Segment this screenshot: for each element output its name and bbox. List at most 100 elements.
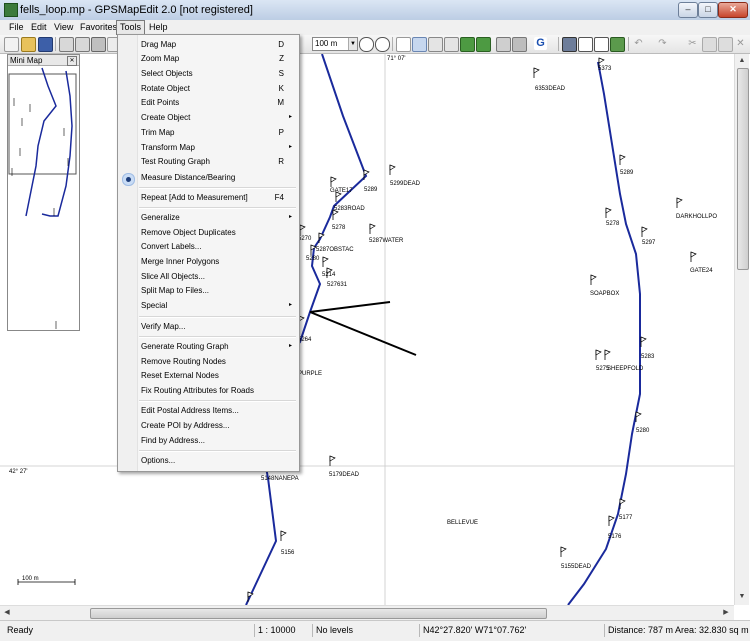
menu-edit[interactable]: Edit — [28, 21, 50, 34]
layer-icon[interactable] — [594, 37, 609, 52]
minimap-overview[interactable] — [8, 66, 79, 330]
paste-icon[interactable] — [718, 37, 733, 52]
menu-separator — [139, 316, 296, 318]
minimize-button[interactable]: – — [678, 2, 698, 18]
map-canvas[interactable]: 71° 07' 42° 27' 6353DEAD 5373 5289 5299D… — [0, 54, 750, 605]
menu-item-find-by-address[interactable]: Find by Address... — [141, 434, 296, 447]
horizontal-scrollbar[interactable]: ◀ ▶ — [0, 605, 734, 620]
google-icon[interactable]: G — [534, 37, 547, 50]
menu-view[interactable]: View — [51, 21, 76, 34]
maximize-button[interactable]: □ — [698, 2, 718, 18]
menu-item-label: Split Map to Files... — [141, 286, 210, 295]
scroll-left-icon[interactable]: ◀ — [1, 607, 13, 619]
print-icon[interactable] — [91, 37, 106, 52]
menu-item-fix-routing-attributes-for-roads[interactable]: Fix Routing Attributes for Roads — [141, 384, 296, 397]
menu-item-repeat-add-to-measurement[interactable]: Repeat [Add to Measurement] F4 — [141, 191, 296, 204]
map-label: 5155DEAD — [561, 564, 592, 570]
menu-item-test-routing-graph[interactable]: Test Routing Graph R — [141, 155, 296, 168]
menu-item-reset-external-nodes[interactable]: Reset External Nodes — [141, 369, 296, 382]
menu-item-remove-object-duplicates[interactable]: Remove Object Duplicates — [141, 226, 296, 239]
zoom-in-icon[interactable] — [359, 37, 374, 52]
scroll-up-icon[interactable]: ▲ — [736, 55, 748, 67]
import-icon[interactable] — [59, 37, 74, 52]
menu-separator — [139, 187, 296, 189]
scroll-down-icon[interactable]: ▼ — [736, 591, 748, 603]
export-icon[interactable] — [75, 37, 90, 52]
trail-right[interactable] — [567, 61, 641, 605]
menu-item-options[interactable]: Options... — [141, 454, 296, 467]
menu-tools[interactable]: Tools — [116, 20, 146, 35]
radio-selected-icon — [122, 173, 135, 186]
labels-icon[interactable] — [396, 37, 411, 52]
gps-icon[interactable] — [460, 37, 475, 52]
cut-icon[interactable]: ✂ — [686, 37, 699, 50]
menu-item-generate-routing-graph[interactable]: Generate Routing Graph ▸ — [141, 340, 296, 353]
menu-item-split-map-to-files[interactable]: Split Map to Files... — [141, 284, 296, 297]
menu-item-special[interactable]: Special ▸ — [141, 299, 296, 312]
menu-item-generalize[interactable]: Generalize ▸ — [141, 211, 296, 224]
map-label: GATE24 — [690, 268, 713, 274]
menu-item-select-objects[interactable]: Select Objects S — [141, 67, 296, 80]
menu-item-edit-postal-address-items[interactable]: Edit Postal Address Items... — [141, 404, 296, 417]
zoom-level-select[interactable]: 100 m ▼ — [312, 37, 358, 51]
page-icon[interactable] — [578, 37, 593, 52]
vertical-scrollbar[interactable]: ▲ ▼ — [734, 54, 749, 605]
menu-item-label: Edit Points — [141, 98, 180, 107]
menu-item-label: Merge Inner Polygons — [141, 257, 220, 266]
menu-item-label: Remove Routing Nodes — [141, 357, 226, 366]
zoom-out-icon[interactable] — [375, 37, 390, 52]
menu-item-slice-all-objects[interactable]: Slice All Objects... — [141, 270, 296, 283]
menu-item-zoom-map[interactable]: Zoom Map Z — [141, 52, 296, 65]
menu-item-measure-distance-bearing[interactable]: Measure Distance/Bearing — [141, 171, 296, 184]
undo-icon[interactable]: ↶ — [632, 37, 645, 50]
copy-icon[interactable] — [702, 37, 717, 52]
delete-icon[interactable]: ✕ — [734, 37, 747, 50]
menu-help[interactable]: Help — [146, 21, 171, 34]
chevron-right-icon: ▸ — [288, 302, 292, 308]
minimap-panel[interactable]: Mini Map ✕ — [7, 54, 80, 331]
toolbar-separator — [55, 37, 56, 51]
menu-item-verify-map[interactable]: Verify Map... — [141, 320, 296, 333]
redo-icon[interactable]: ↷ — [656, 37, 669, 50]
save-icon[interactable] — [38, 37, 53, 52]
menu-item-label: Rotate Object — [141, 84, 190, 93]
close-icon[interactable]: ✕ — [67, 56, 77, 66]
chevron-down-icon: ▼ — [348, 38, 357, 50]
printer-icon[interactable] — [512, 37, 527, 52]
select-icon[interactable] — [412, 37, 427, 52]
menu-item-convert-labels[interactable]: Convert Labels... — [141, 240, 296, 253]
minimap-title: Mini Map — [10, 56, 43, 65]
database-icon[interactable] — [496, 37, 511, 52]
menu-file[interactable]: File — [6, 21, 27, 34]
map-label: 5373 — [598, 66, 612, 72]
open-icon[interactable] — [21, 37, 36, 52]
menu-item-label: Test Routing Graph — [141, 157, 210, 166]
menu-item-create-object[interactable]: Create Object ▸ — [141, 111, 296, 124]
menu-item-label: Special — [141, 301, 168, 310]
map-label: 5214 — [322, 272, 336, 278]
close-button[interactable]: ✕ — [718, 2, 748, 18]
menu-item-remove-routing-nodes[interactable]: Remove Routing Nodes — [141, 355, 296, 368]
routing-icon[interactable] — [428, 37, 443, 52]
vertical-scroll-thumb[interactable] — [737, 68, 749, 270]
menu-item-edit-points[interactable]: Edit Points M — [141, 96, 296, 109]
menu-item-trim-map[interactable]: Trim Map P — [141, 126, 296, 139]
grid-icon[interactable] — [562, 37, 577, 52]
map-label: 527631 — [327, 282, 348, 288]
map-icon[interactable] — [610, 37, 625, 52]
menu-item-transform-map[interactable]: Transform Map ▸ — [141, 141, 296, 154]
status-bar: Ready 1 : 10000 No levels N42°27.820' W7… — [0, 620, 750, 641]
menu-item-drag-map[interactable]: Drag Map D — [141, 38, 296, 51]
horizontal-scroll-thumb[interactable] — [90, 608, 547, 619]
track-icon[interactable] — [476, 37, 491, 52]
map-label: 5148NANEPA — [261, 476, 299, 482]
waypoint-icon[interactable] — [444, 37, 459, 52]
menu-item-shortcut: D — [278, 40, 284, 49]
scroll-right-icon[interactable]: ▶ — [720, 607, 732, 619]
new-icon[interactable] — [4, 37, 19, 52]
menu-item-shortcut: M — [277, 98, 284, 107]
menu-item-create-poi-by-address[interactable]: Create POI by Address... — [141, 419, 296, 432]
menu-favorites[interactable]: Favorites — [77, 21, 120, 34]
menu-item-rotate-object[interactable]: Rotate Object K — [141, 82, 296, 95]
menu-item-merge-inner-polygons[interactable]: Merge Inner Polygons — [141, 255, 296, 268]
